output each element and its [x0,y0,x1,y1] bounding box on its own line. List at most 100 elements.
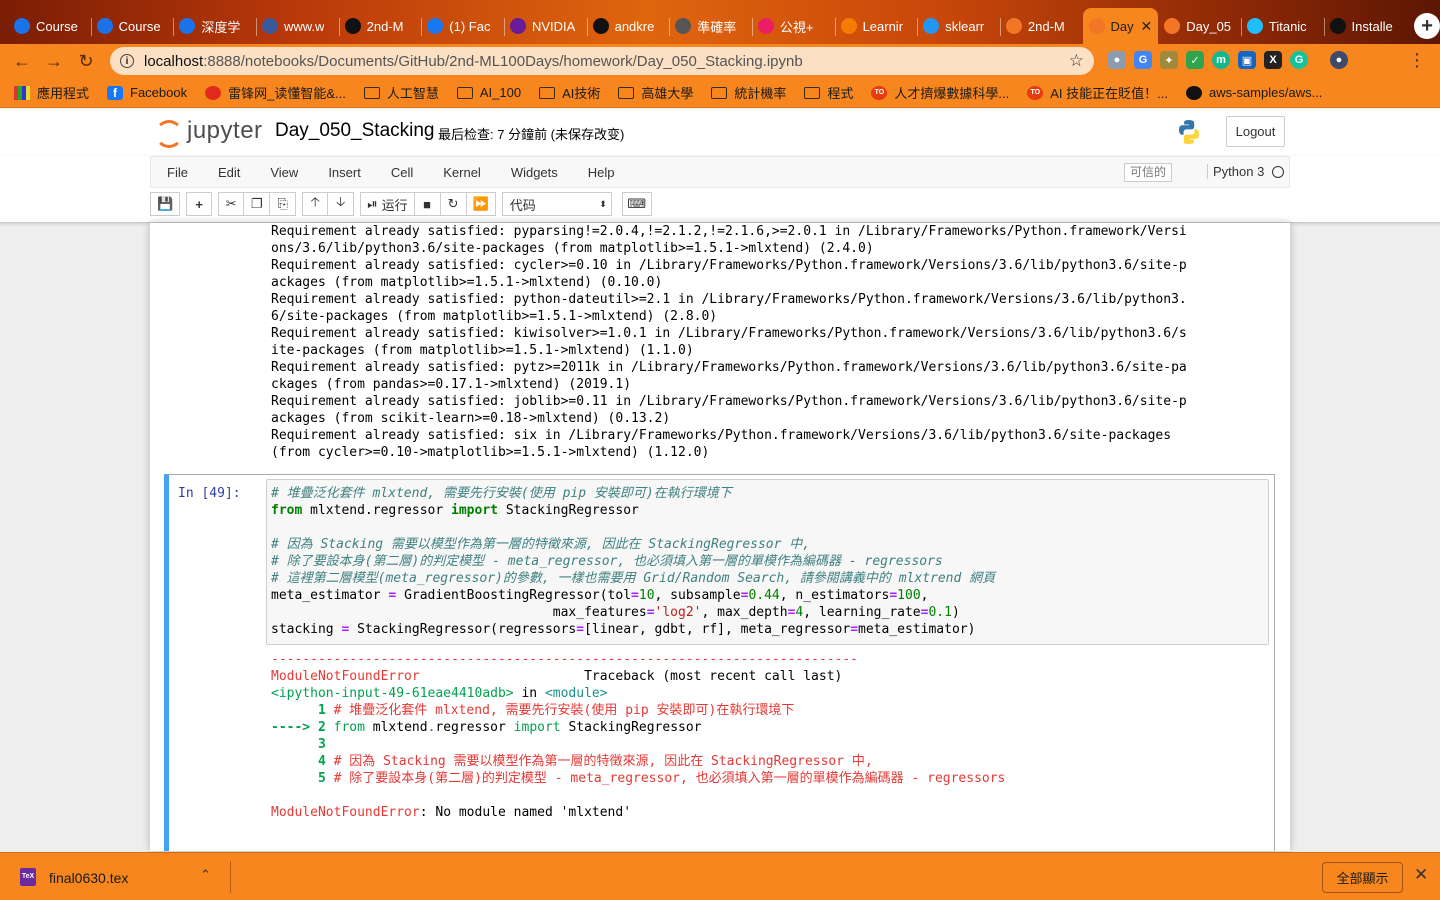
move-up-icon[interactable]: 🡡 [302,192,329,216]
browser-tab[interactable]: 深度学 [173,8,256,44]
show-all-button[interactable]: 全部顯示 [1322,862,1403,893]
jupyter-logo[interactable]: jupyter [155,117,263,148]
traceback-label: Traceback (most recent call last) [419,669,843,684]
browser-tab[interactable]: sklearr [917,8,1000,44]
puzzle-extension-icon[interactable]: ✦ [1160,51,1178,69]
shield-extension-icon[interactable]: ✓ [1186,51,1204,69]
module-reference: <module> [544,686,608,701]
menu-cell[interactable]: Cell [376,165,428,180]
chevron-up-icon[interactable]: ⌃ [200,867,211,883]
cut-icon[interactable]: ✂ [218,192,245,216]
browser-tab[interactable]: 公視+ [751,8,835,44]
tab-title: Day [1110,18,1134,34]
back-arrow-icon[interactable]: ← [6,51,38,72]
bookmark-item[interactable]: f Facebook [107,85,187,100]
restart-run-all-icon[interactable]: ⏩ [466,192,496,216]
bookmark-item[interactable]: 應用程式 [14,83,89,102]
folder-icon [804,86,821,99]
bookmark-item[interactable]: TO 人才擠爆數據科學... [871,83,1009,102]
grammarly-extension-icon[interactable]: G [1290,51,1308,69]
copy-icon[interactable]: ❐ [244,192,271,216]
browser-tab[interactable]: www.w [255,8,339,44]
menu-insert[interactable]: Insert [313,165,376,180]
browser-menu-icon[interactable]: ⋮ [1408,50,1426,71]
bookmark-star-icon[interactable]: ☆ [1069,51,1084,71]
code-number: 10 [638,588,655,603]
bookmark-item[interactable]: TO AI 技能正在貶值！... [1027,83,1168,102]
bookmark-item[interactable]: 統計機率 [711,83,786,102]
cell-type-select[interactable]: 代码 ⬍ [501,192,612,216]
code-arg: , subsample [654,588,741,603]
code-module: mlxtend.regressor [310,503,444,518]
tab-title: sklearr [945,18,985,34]
keyboard-icon[interactable]: ⌨ [621,192,652,216]
notebook-name[interactable]: Day_050_Stacking [275,120,435,142]
traceback-class: StackingRegressor [560,720,702,735]
site-info-icon[interactable]: i [120,54,134,68]
menu-kernel[interactable]: Kernel [428,165,496,180]
bookmark-item[interactable]: 人工智慧 [363,83,439,102]
code-editor[interactable]: # 堆疊泛化套件 mlxtend, 需要先行安裝(使用 pip 安裝即可)在執行… [271,485,995,638]
code-arg: , max_depth [701,605,788,620]
menu-file[interactable]: File [151,165,203,180]
browser-tab[interactable]: Day ✕ [1082,8,1159,44]
output-line: 6/site-packages (from matplotlib>=1.5.1-… [271,309,718,324]
restart-icon[interactable]: ↻ [440,192,467,216]
logout-button[interactable]: Logout [1226,116,1285,147]
browser-tab[interactable]: Course [8,8,91,44]
folder-icon [711,86,728,99]
menu-view[interactable]: View [255,165,313,180]
browser-tab[interactable]: (1) Fac [421,8,504,44]
code-class: StackingRegressor [505,503,639,518]
move-down-icon[interactable]: 🡣 [328,192,355,216]
close-tab-icon[interactable]: ✕ [1140,18,1152,35]
profile-avatar-icon[interactable]: ● [1330,51,1348,69]
stop-icon[interactable]: ■ [414,192,441,216]
download-item[interactable]: final0630.tex [49,870,128,886]
shelf-divider [230,861,231,893]
m-extension-icon[interactable]: m [1212,51,1230,69]
bookmark-item[interactable]: 高雄大學 [618,83,693,102]
browser-tab[interactable]: 準確率 [669,8,752,44]
browser-tab[interactable]: andkre [586,8,670,44]
translate-extension-icon[interactable]: G [1134,51,1152,69]
tab-title: 公視+ [779,19,814,35]
forward-arrow-icon[interactable]: → [38,51,70,72]
browser-tab[interactable]: Day_05 [1158,8,1241,44]
reload-icon[interactable]: ↻ [70,51,102,72]
save-icon[interactable]: 💾 [150,192,181,216]
x-extension-icon[interactable]: X [1264,51,1282,69]
bookmark-item[interactable]: 程式 [804,83,853,102]
camera-extension-icon[interactable]: ● [1108,51,1126,69]
media-extension-icon[interactable]: ▣ [1238,51,1256,69]
output-line: ackages (from scikit-learn>=0.18->mlxten… [271,411,671,426]
bookmark-item[interactable]: aws-samples/aws... [1186,85,1322,100]
address-bar[interactable]: i localhost:8888/notebooks/Documents/Git… [110,47,1094,75]
menu-help[interactable]: Help [573,165,630,180]
tab-title: 深度学 [201,19,241,35]
run-button[interactable]: ⏯ 运行 [360,192,415,216]
browser-tab[interactable]: Course [90,8,174,44]
close-icon[interactable]: ✕ [1414,865,1428,885]
notebook-menu-area: File Edit View Insert Cell Kernel Widgets Help … [0,156,1440,223]
browser-tab[interactable]: 2nd-M [338,8,422,44]
bookmark-item[interactable]: 雷锋网_读懂智能&... [205,83,346,102]
menu-widgets[interactable]: Widgets [496,165,573,180]
tab-title: www.w [283,18,325,34]
browser-tab[interactable]: Installe [1323,8,1407,44]
output-line: Requirement already satisfied: joblib>=0… [271,394,1187,409]
bookmark-label: 人才擠爆數據科學... [894,86,1010,101]
output-line: ite-packages (from matplotlib>=1.5.1->ml… [271,343,694,358]
bookmark-item[interactable]: AI技術 [539,83,600,102]
trusted-indicator[interactable]: 可信的 [1124,163,1173,182]
insert-cell-icon[interactable]: + [186,192,213,216]
browser-tab[interactable]: NVIDIA [503,8,587,44]
paste-icon[interactable]: ⎘ [270,192,297,216]
code-number: 0.1 [928,605,952,620]
bookmark-item[interactable]: AI_100 [456,85,521,100]
browser-tab[interactable]: Learnir [834,8,918,44]
new-tab-button[interactable]: + [1414,13,1440,39]
browser-tab[interactable]: 2nd-M [999,8,1083,44]
browser-tab[interactable]: Titanic [1240,8,1324,44]
menu-edit[interactable]: Edit [203,165,255,180]
